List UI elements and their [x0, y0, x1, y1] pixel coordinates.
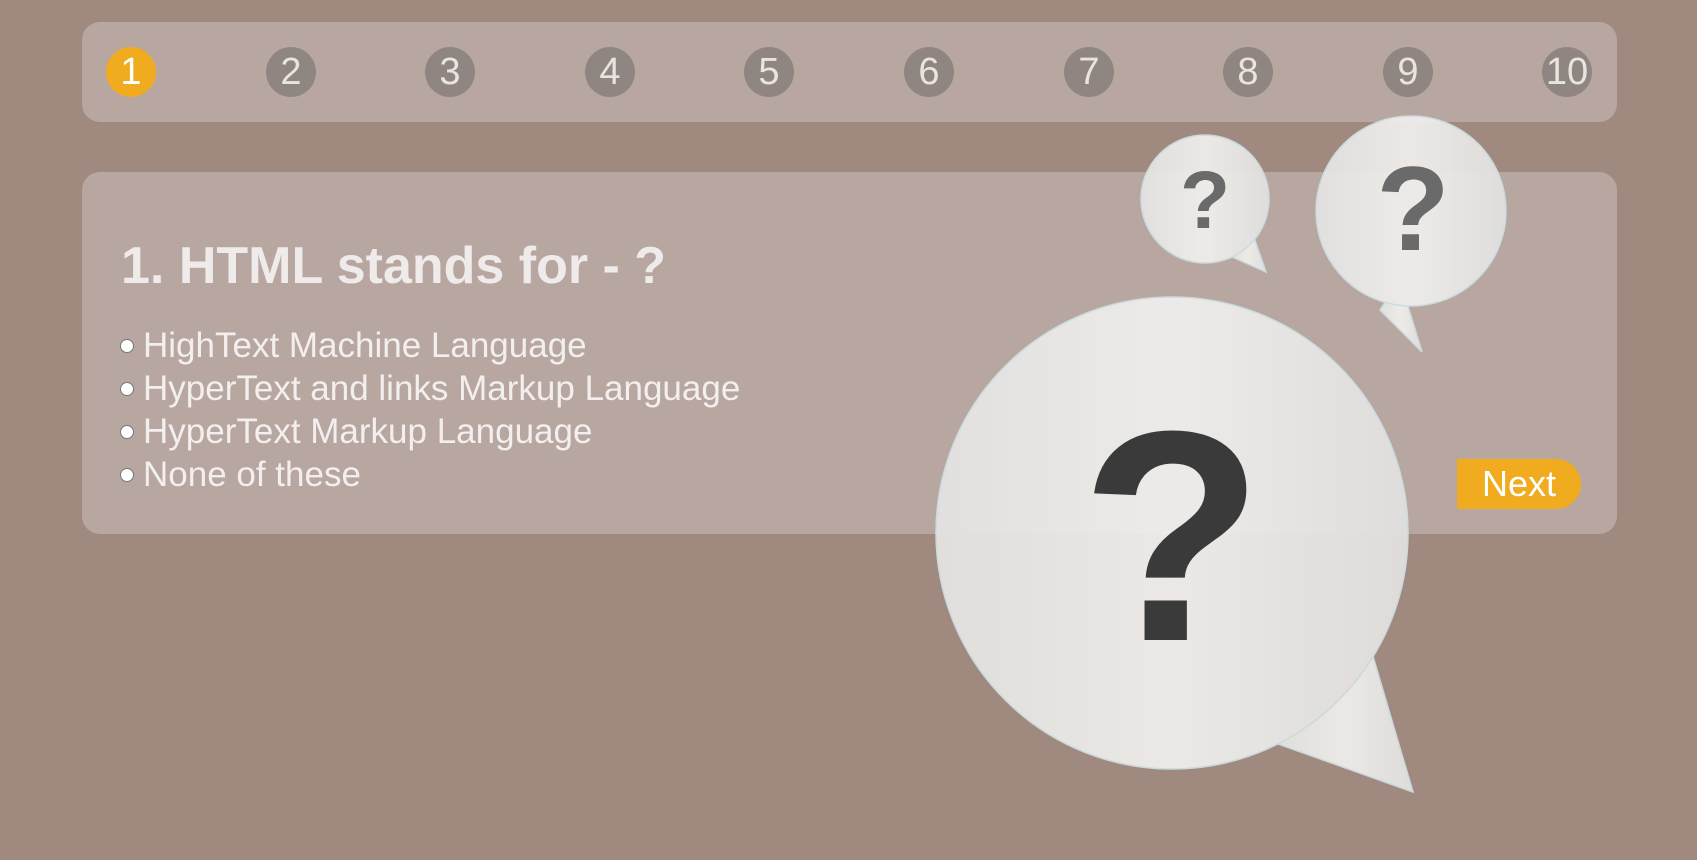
- answer-option[interactable]: HyperText Markup Language: [120, 410, 740, 453]
- answer-option-label: HyperText Markup Language: [143, 411, 593, 451]
- nav-step-8[interactable]: 8: [1223, 47, 1273, 97]
- answer-option[interactable]: HighText Machine Language: [120, 324, 740, 367]
- answer-option[interactable]: None of these: [120, 453, 740, 496]
- nav-step-4[interactable]: 4: [585, 47, 635, 97]
- radio-button[interactable]: [120, 467, 134, 482]
- nav-step-2[interactable]: 2: [266, 47, 316, 97]
- answer-option[interactable]: HyperText and links Markup Language: [120, 367, 740, 410]
- radio-button[interactable]: [120, 381, 134, 396]
- nav-step-3[interactable]: 3: [425, 47, 475, 97]
- question-title: 1. HTML stands for - ?: [121, 237, 667, 295]
- answer-option-label: HyperText and links Markup Language: [143, 368, 741, 408]
- nav-step-6[interactable]: 6: [904, 47, 954, 97]
- radio-button[interactable]: [120, 424, 134, 439]
- nav-step-7[interactable]: 7: [1064, 47, 1114, 97]
- radio-button[interactable]: [120, 338, 134, 353]
- next-button[interactable]: Next: [1457, 459, 1581, 509]
- answer-options: HighText Machine Language HyperText and …: [120, 324, 740, 496]
- nav-step-5[interactable]: 5: [744, 47, 794, 97]
- question-panel: 1. HTML stands for - ? HighText Machine …: [82, 172, 1617, 534]
- answer-option-label: HighText Machine Language: [143, 325, 587, 365]
- question-nav-bar: 1 2 3 4 5 6 7 8 9 10: [82, 22, 1617, 122]
- nav-step-10[interactable]: 10: [1542, 47, 1592, 97]
- answer-option-label: None of these: [143, 454, 361, 494]
- nav-step-1[interactable]: 1: [106, 47, 156, 97]
- nav-step-9[interactable]: 9: [1383, 47, 1433, 97]
